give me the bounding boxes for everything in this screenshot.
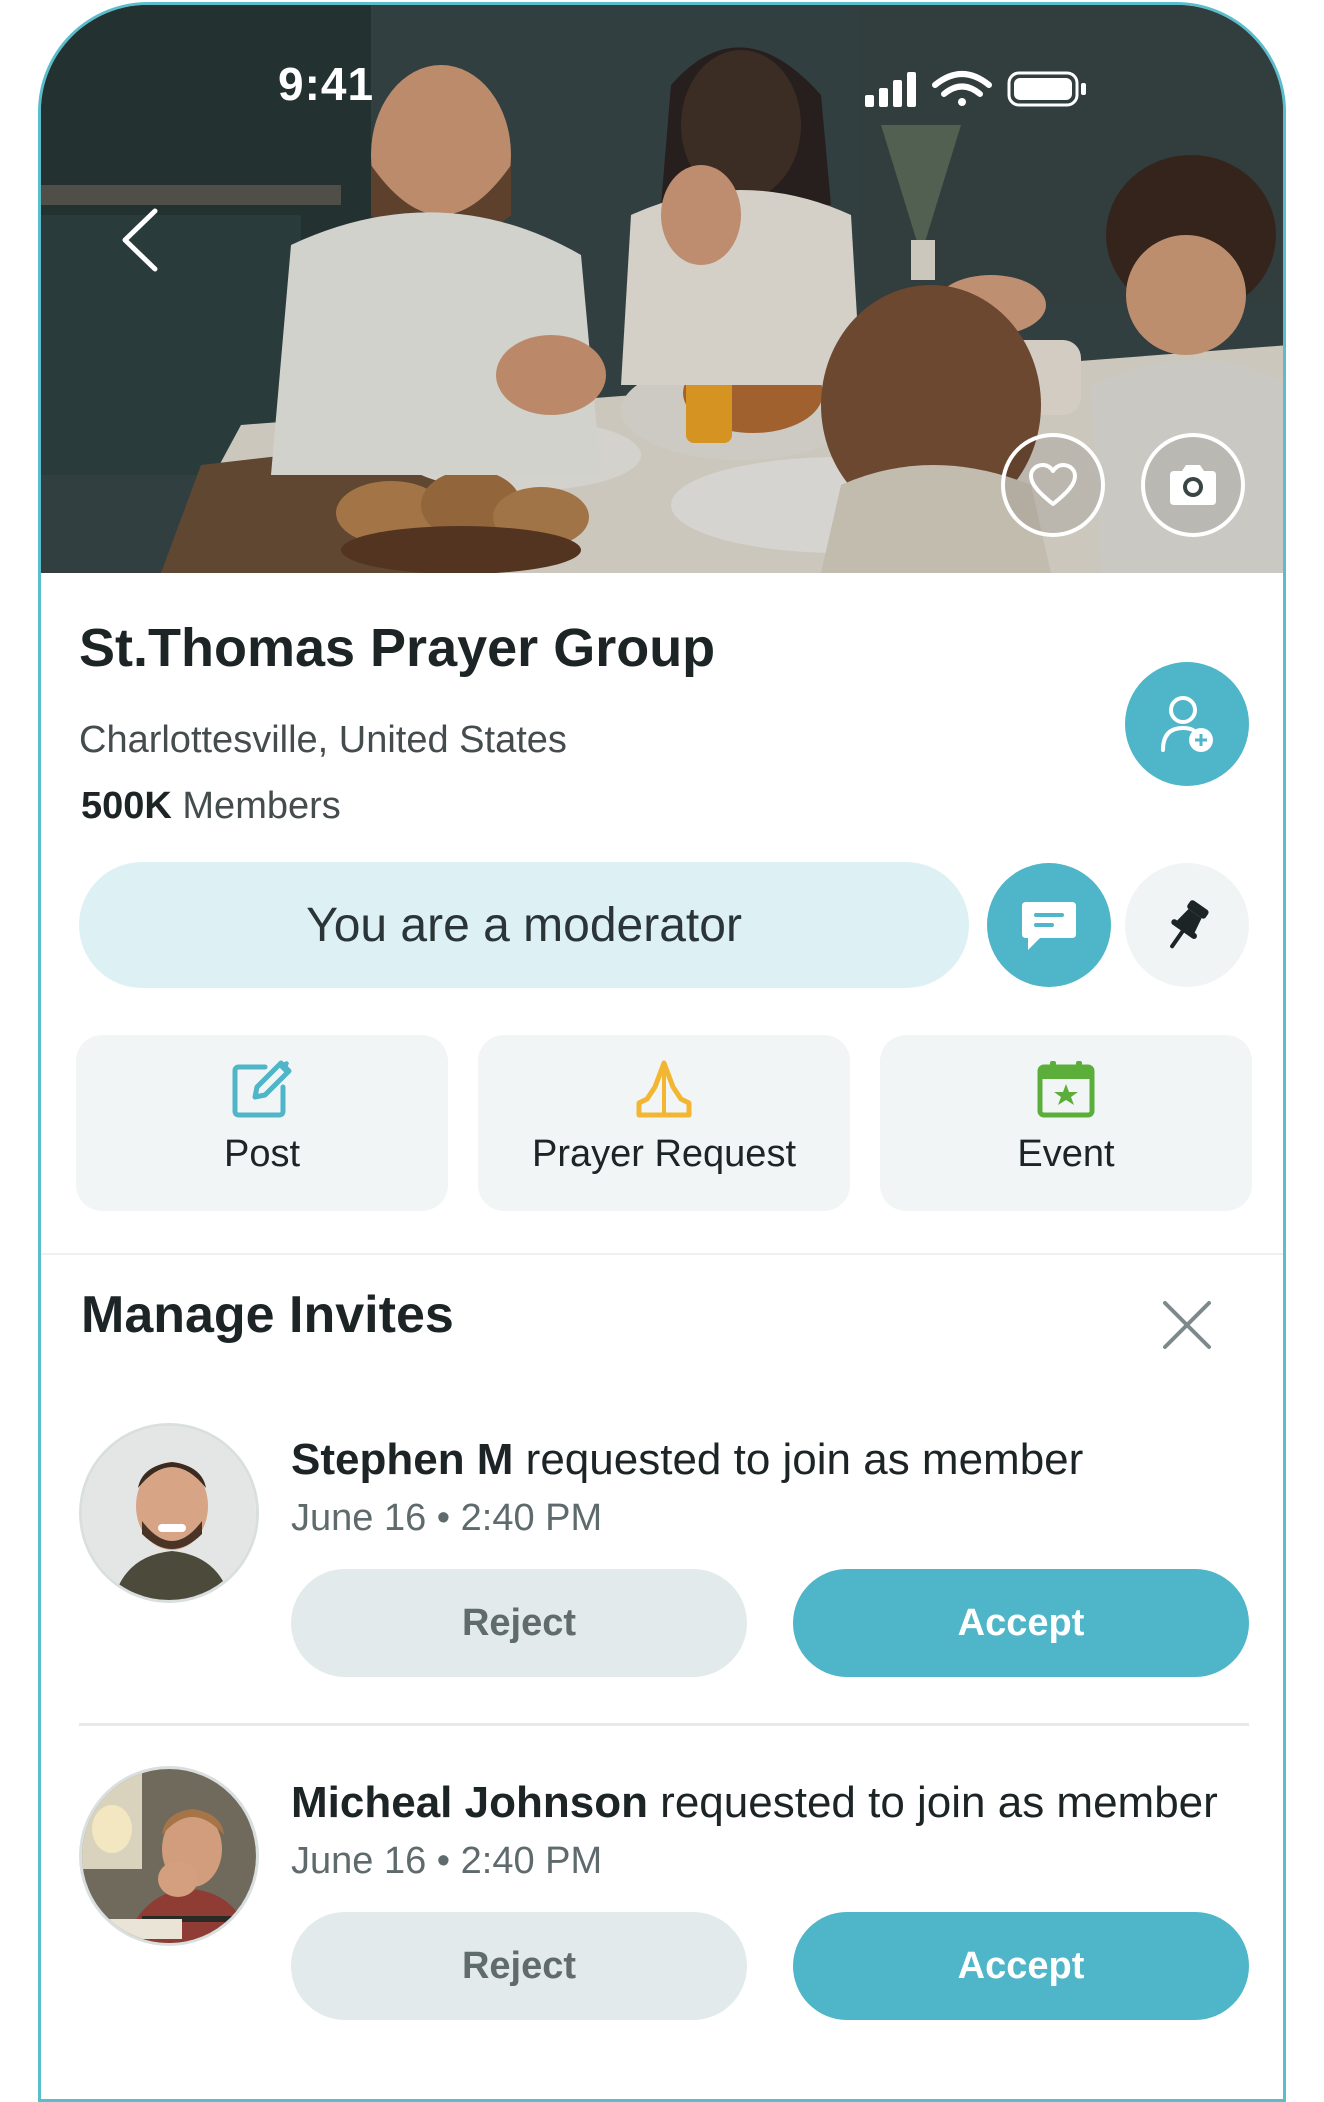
section-divider (41, 1253, 1283, 1255)
pin-icon (1170, 900, 1209, 949)
accept-button[interactable]: Accept (793, 1569, 1249, 1677)
add-member-button[interactable] (1125, 662, 1249, 786)
invite-request-text: requested to join as member (647, 1778, 1218, 1827)
heart-icon (1029, 463, 1077, 506)
group-name: St.Thomas Prayer Group (79, 618, 716, 678)
group-cover-photo: 9:41 (41, 5, 1283, 573)
members-label: Members (171, 785, 341, 827)
reject-button[interactable]: Reject (291, 1569, 747, 1677)
accept-button[interactable]: Accept (793, 1912, 1249, 2020)
invite-request-text: requested to join as member (513, 1435, 1084, 1484)
phone-frame: 9:41 St.Thomas Prayer Group Charlottesvi… (38, 2, 1286, 2102)
invite-timestamp: June 16 • 2:40 PM (291, 1497, 603, 1539)
invite-message: Micheal Johnson requested to join as mem… (291, 1778, 1218, 1828)
members-count-text: 500K Members (81, 785, 341, 828)
invite-timestamp: June 16 • 2:40 PM (291, 1840, 603, 1882)
prayer-request-action-label: Prayer Request (531, 1133, 796, 1175)
close-invites-button[interactable] (1159, 1297, 1215, 1353)
camera-button[interactable] (1141, 433, 1245, 537)
status-bar-icons (863, 69, 1103, 114)
close-icon (1163, 1301, 1211, 1349)
micheal-avatar-photo (82, 1769, 256, 1943)
praying-hands-icon (636, 1060, 692, 1118)
reject-button[interactable]: Reject (291, 1912, 747, 2020)
stephen-avatar-photo (82, 1426, 256, 1600)
battery-icon (1007, 71, 1086, 107)
invite-user-name: Stephen M (291, 1435, 514, 1484)
post-action-card[interactable]: Post (76, 1035, 448, 1211)
event-action-card[interactable]: Event (880, 1035, 1252, 1211)
invite-item: Micheal Johnson requested to join as mem… (41, 1766, 1283, 2066)
favorite-button[interactable] (1001, 433, 1105, 537)
add-user-icon (1161, 696, 1213, 752)
avatar (79, 1766, 259, 1946)
prayer-request-action-card[interactable]: Prayer Request (478, 1035, 850, 1211)
edit-icon (232, 1060, 292, 1118)
moderator-badge: You are a moderator (79, 862, 969, 988)
manage-invites-title: Manage Invites (81, 1286, 454, 1344)
post-action-label: Post (223, 1133, 301, 1175)
chat-bubble-icon (1022, 902, 1076, 950)
invite-user-name: Micheal Johnson (291, 1778, 648, 1827)
calendar-star-icon (1037, 1061, 1095, 1118)
group-location: Charlottesville, United States (79, 719, 567, 761)
invite-item: Stephen M requested to join as member Ju… (41, 1423, 1283, 1723)
event-action-label: Event (1017, 1133, 1115, 1175)
pin-button[interactable] (1125, 863, 1249, 987)
chat-button[interactable] (987, 863, 1111, 987)
chevron-left-icon (122, 208, 158, 272)
invite-divider (79, 1723, 1249, 1726)
status-bar-time: 9:41 (278, 58, 375, 110)
cellular-signal-icon (865, 72, 916, 107)
members-count: 500K (81, 785, 172, 827)
avatar (79, 1423, 259, 1603)
wifi-icon (932, 71, 992, 106)
invite-message: Stephen M requested to join as member (291, 1435, 1083, 1485)
camera-icon (1170, 465, 1216, 505)
back-button[interactable] (111, 205, 171, 275)
